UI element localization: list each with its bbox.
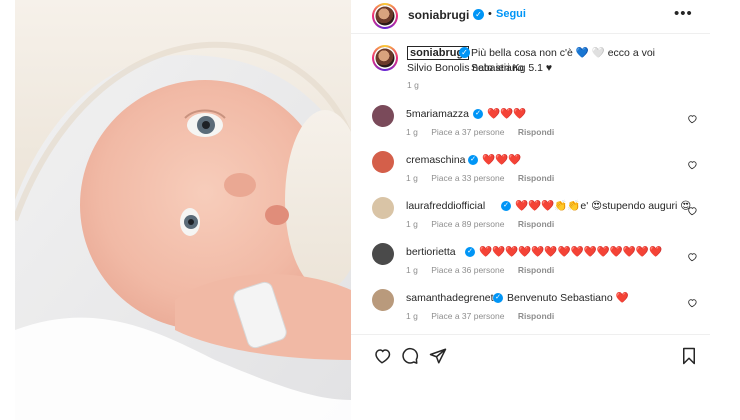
comment-avatar[interactable] xyxy=(372,197,394,219)
comment-likes[interactable]: Piace a 89 persone xyxy=(431,219,504,229)
comment-username[interactable]: cremaschina xyxy=(406,154,466,166)
reply-button[interactable]: Rispondi xyxy=(518,219,554,229)
caption-time: 1 g xyxy=(407,80,419,90)
post-sidebar: soniabrugi ✓ • Segui ••• soniabrugi ✓ Pi… xyxy=(351,0,710,420)
verified-badge-icon: ✓ xyxy=(493,293,503,303)
comment-avatar[interactable] xyxy=(372,289,394,311)
like-comment-heart-icon[interactable] xyxy=(687,206,697,216)
comment-time: 1 g xyxy=(406,311,418,321)
comment-item: cremaschina ✓ ❤️❤️❤️ 1 g Piace a 33 pers… xyxy=(351,148,710,194)
comment-username[interactable]: laurafreddiofficial xyxy=(406,200,485,212)
like-comment-heart-icon[interactable] xyxy=(687,160,697,170)
post-photo[interactable] xyxy=(15,0,351,420)
author-username[interactable]: soniabrugi xyxy=(408,8,469,22)
comment-meta: 1 g Piace a 33 persone Rispondi xyxy=(406,173,565,183)
comment-meta: 1 g Piace a 36 persone Rispondi xyxy=(406,265,565,275)
verified-badge-icon: ✓ xyxy=(459,47,470,58)
comment-time: 1 g xyxy=(406,173,418,183)
post-header: soniabrugi ✓ • Segui ••• xyxy=(351,0,710,34)
reply-button[interactable]: Rispondi xyxy=(518,311,554,321)
comment-text: ❤️❤️❤️ xyxy=(482,154,522,166)
newborn-photo xyxy=(15,0,351,420)
comments-list[interactable]: soniabrugi ✓ Più bella cosa non c'è 💙 🤍 … xyxy=(351,34,710,334)
comment-username[interactable]: 5mariamazza xyxy=(406,108,469,120)
share-paper-plane-icon[interactable] xyxy=(429,347,447,365)
comment-time: 1 g xyxy=(406,265,418,275)
comment-likes[interactable]: Piace a 33 persone xyxy=(431,173,504,183)
instagram-post: soniabrugi ✓ • Segui ••• soniabrugi ✓ Pi… xyxy=(15,0,710,420)
like-heart-icon[interactable] xyxy=(373,347,391,365)
comment-avatar[interactable] xyxy=(372,151,394,173)
follow-button[interactable]: Segui xyxy=(496,8,526,20)
comment-username[interactable]: bertiorietta xyxy=(406,246,456,258)
comment-bubble-icon[interactable] xyxy=(401,347,419,365)
comment-item: samanthadegrenet ✓ Benvenuto Sebastiano … xyxy=(351,286,710,332)
post-action-bar xyxy=(351,334,710,375)
like-comment-heart-icon[interactable] xyxy=(687,114,697,124)
comment-avatar[interactable] xyxy=(372,105,394,127)
like-comment-heart-icon[interactable] xyxy=(687,298,697,308)
reply-button[interactable]: Rispondi xyxy=(518,173,554,183)
comment-item: bertiorietta ✓ ❤️❤️❤️❤️❤️❤️❤️❤️❤️❤️❤️❤️❤… xyxy=(351,240,710,286)
reply-button[interactable]: Rispondi xyxy=(518,127,554,137)
comment-likes[interactable]: Piace a 37 persone xyxy=(431,127,504,137)
comment-text: ❤️❤️❤️ xyxy=(487,108,527,120)
comment-item: 5mariamazza ✓ ❤️❤️❤️ 1 g Piace a 37 pers… xyxy=(351,102,710,148)
comment-text: Benvenuto Sebastiano ❤️ xyxy=(507,292,629,304)
reply-button[interactable]: Rispondi xyxy=(518,265,554,275)
comment-item: laurafreddiofficial ✓ ❤️❤️❤️👏👏e' 😍stupen… xyxy=(351,194,710,240)
like-comment-heart-icon[interactable] xyxy=(687,252,697,262)
caption-avatar[interactable] xyxy=(372,45,398,71)
verified-badge-icon: ✓ xyxy=(468,155,478,165)
caption-text-line2: Silvio Bonolis nato ieri Kg 5.1 ♥ xyxy=(407,62,553,74)
more-options-icon[interactable]: ••• xyxy=(674,5,693,22)
comment-likes[interactable]: Piace a 37 persone xyxy=(431,311,504,321)
save-bookmark-icon[interactable] xyxy=(681,347,697,365)
comment-meta: 1 g Piace a 89 persone Rispondi xyxy=(406,219,565,229)
comment-text: ❤️❤️❤️❤️❤️❤️❤️❤️❤️❤️❤️❤️❤️❤️ xyxy=(479,246,663,258)
comment-likes[interactable]: Piace a 36 persone xyxy=(431,265,504,275)
comment-username[interactable]: samanthadegrenet xyxy=(406,292,494,304)
comment-meta: 1 g Piace a 37 persone Rispondi xyxy=(406,311,565,321)
comment-avatar[interactable] xyxy=(372,243,394,265)
verified-badge-icon: ✓ xyxy=(501,201,511,211)
verified-badge-icon: ✓ xyxy=(473,109,483,119)
verified-badge-icon: ✓ xyxy=(465,247,475,257)
comment-time: 1 g xyxy=(406,219,418,229)
author-avatar[interactable] xyxy=(372,3,398,29)
separator-dot: • xyxy=(488,8,492,20)
comment-meta: 1 g Piace a 37 persone Rispondi xyxy=(406,127,565,137)
comment-time: 1 g xyxy=(406,127,418,137)
comment-text: ❤️❤️❤️👏👏e' 😍stupendo auguri 😍 xyxy=(515,200,692,212)
verified-badge-icon: ✓ xyxy=(473,9,484,20)
